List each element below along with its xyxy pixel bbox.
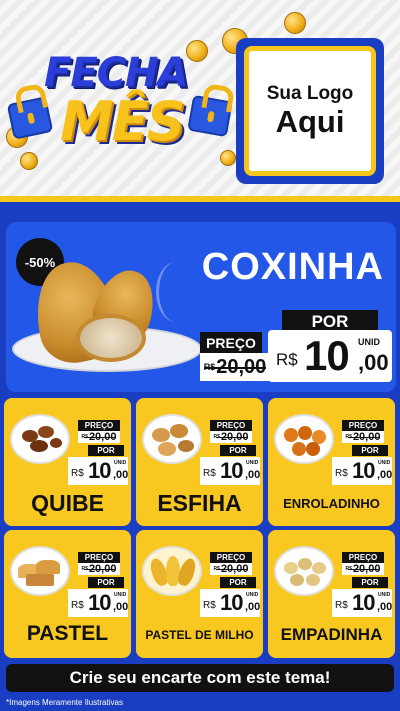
product-card[interactable]: PREÇO R$20,00 POR R$ 10 UNID ,00 ESFIHA	[136, 398, 263, 526]
empadinha-image	[274, 546, 334, 596]
price-integer: 10	[352, 458, 376, 483]
old-price: R$20,00	[210, 563, 252, 575]
price-currency: R$	[203, 468, 216, 479]
old-price: R$20,00	[210, 431, 252, 443]
price-unit: UNID	[358, 337, 380, 347]
por-label: POR	[352, 577, 388, 588]
product-name: PASTEL DE MILHO	[145, 628, 254, 642]
por-label: POR	[88, 577, 124, 588]
logo-text-line-2: Aqui	[275, 103, 345, 139]
product-name: QUIBE	[31, 490, 104, 516]
price-integer: 10	[304, 332, 350, 379]
product-name: EMPADINHA	[280, 625, 383, 644]
new-price: R$ 10 UNID ,00	[332, 457, 392, 485]
pastel-image	[10, 546, 70, 596]
price-integer: 10	[220, 458, 244, 483]
price-currency: R$	[203, 600, 216, 611]
price-decimal: ,00	[358, 350, 389, 375]
padlock-icon	[6, 96, 54, 140]
por-label: POR	[220, 577, 256, 588]
esfiha-image	[142, 414, 202, 464]
steam-graphic	[156, 262, 196, 322]
strikethrough-line	[216, 569, 248, 570]
campaign-title: FECHA MÊS	[6, 40, 233, 160]
price-integer: 10	[220, 590, 244, 615]
price-decimal: ,00	[377, 601, 393, 613]
product-name: ESFIHA	[157, 490, 242, 516]
header-divider-inner	[0, 202, 400, 208]
new-price: R$ 10 UNID ,00	[268, 330, 392, 382]
price-currency: R$	[71, 468, 84, 479]
product-card[interactable]: PREÇO R$20,00 POR R$ 10 UNID ,00 EMPADIN…	[268, 530, 395, 658]
strikethrough-line	[216, 437, 248, 438]
old-price: R$20,00	[342, 431, 384, 443]
price-unit: UNID	[378, 460, 391, 466]
preco-label: PREÇO	[210, 420, 252, 431]
price-currency: R$	[335, 600, 348, 611]
price-integer: 10	[88, 458, 112, 483]
preco-label: PREÇO	[342, 420, 384, 431]
product-card[interactable]: PREÇO R$20,00 POR R$ 10 UNID ,00 PASTEL …	[136, 530, 263, 658]
preco-label: PREÇO	[210, 552, 252, 563]
cta-button[interactable]: Crie seu encarte com este tema!	[6, 664, 394, 692]
new-price: R$ 10 UNID ,00	[200, 457, 260, 485]
preco-label: PREÇO	[78, 420, 120, 431]
price-currency: R$	[276, 350, 298, 369]
product-card[interactable]: PREÇO R$20,00 POR R$ 10 UNID ,00 QUIBE	[4, 398, 131, 526]
price-integer: 10	[352, 590, 376, 615]
logo-text-line-1: Sua Logo	[266, 82, 354, 104]
price-decimal: ,00	[245, 469, 261, 481]
por-label: POR	[352, 445, 388, 456]
product-card[interactable]: PREÇO R$20,00 POR R$ 10 UNID ,00 PASTEL	[4, 530, 131, 658]
title-line-2: MÊS	[60, 90, 186, 153]
quibe-image	[10, 414, 70, 464]
por-label: POR	[220, 445, 256, 456]
featured-product-card[interactable]: -50% COXINHA POR PREÇO R$ 20,00 R$ 10 UN…	[6, 222, 396, 392]
price-unit: UNID	[114, 592, 127, 598]
product-grid: PREÇO R$20,00 POR R$ 10 UNID ,00 QUIBE P…	[4, 398, 396, 660]
new-price: R$ 10 UNID ,00	[332, 589, 392, 617]
header: FECHA MÊS Sua Logo Aqui	[0, 0, 400, 200]
old-price: R$ 20,00	[200, 353, 270, 381]
pastel-de-milho-image	[142, 546, 202, 596]
price-currency: R$	[335, 468, 348, 479]
price-unit: UNID	[114, 460, 127, 466]
strikethrough-line	[84, 569, 116, 570]
coxinha-filling-image	[76, 314, 146, 362]
product-card[interactable]: PREÇO R$20,00 POR R$ 10 UNID ,00 ENROLAD…	[268, 398, 395, 526]
price-integer: 10	[88, 590, 112, 615]
old-price: R$20,00	[78, 563, 120, 575]
logo-placeholder: Sua Logo Aqui	[236, 38, 384, 184]
price-unit: UNID	[246, 460, 259, 466]
old-price: R$20,00	[78, 431, 120, 443]
new-price: R$ 10 UNID ,00	[200, 589, 260, 617]
price-unit: UNID	[378, 592, 391, 598]
strikethrough-line	[84, 437, 116, 438]
old-price: R$20,00	[342, 563, 384, 575]
product-name: PASTEL	[26, 622, 109, 645]
preco-label: PREÇO	[200, 332, 262, 354]
padlock-icon	[187, 94, 233, 138]
price-decimal: ,00	[113, 601, 129, 613]
price-decimal: ,00	[245, 601, 261, 613]
disclaimer-text: *Imagens Meramente Ilustrativas	[6, 698, 123, 707]
por-label: POR	[88, 445, 124, 456]
new-price: R$ 10 UNID ,00	[68, 457, 128, 485]
price-decimal: ,00	[377, 469, 393, 481]
logo-frame: Sua Logo Aqui	[244, 46, 376, 176]
strikethrough-line	[348, 437, 380, 438]
preco-label: PREÇO	[342, 552, 384, 563]
price-unit: UNID	[246, 592, 259, 598]
preco-label: PREÇO	[78, 552, 120, 563]
price-decimal: ,00	[113, 469, 129, 481]
product-name: ENROLADINHO	[283, 496, 380, 511]
featured-product-name: COXINHA	[201, 246, 384, 288]
coin-icon	[284, 12, 306, 34]
strikethrough-line	[348, 569, 380, 570]
strikethrough-line	[204, 367, 266, 369]
price-currency: R$	[71, 600, 84, 611]
enroladinho-image	[274, 414, 334, 464]
new-price: R$ 10 UNID ,00	[68, 589, 128, 617]
